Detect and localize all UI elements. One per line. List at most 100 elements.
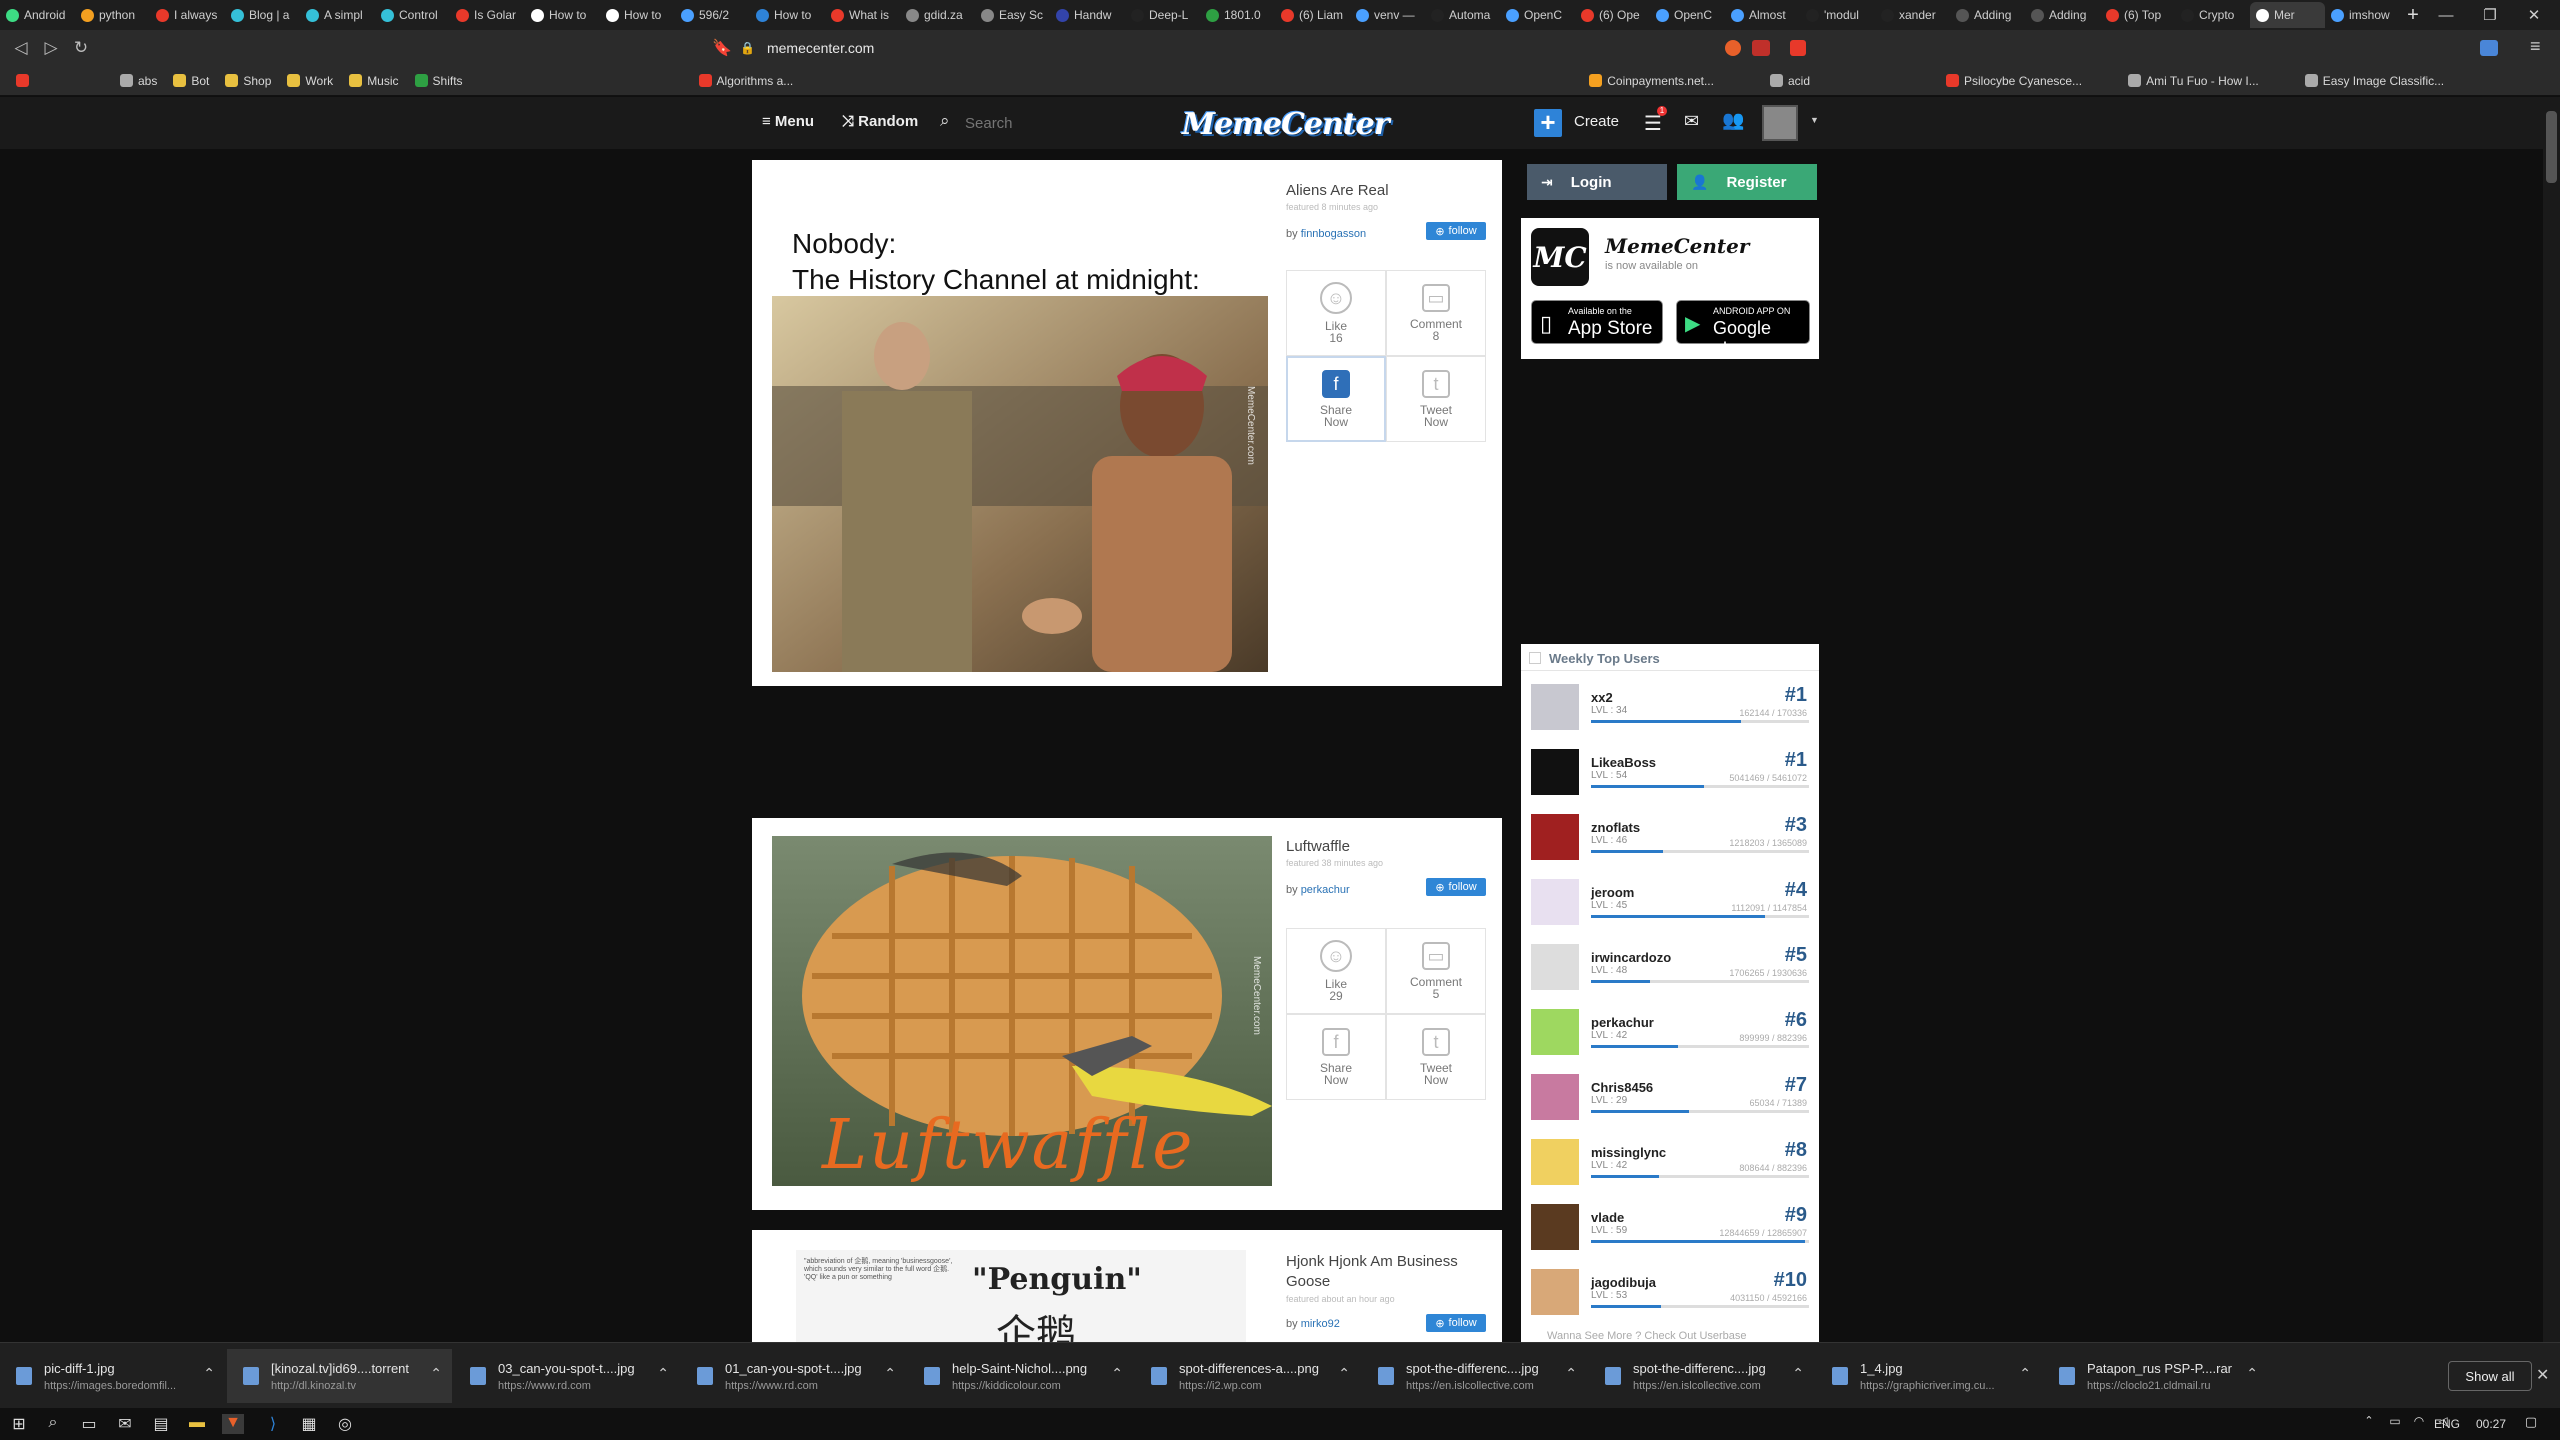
user-avatar[interactable] [1531,814,1579,860]
browser-tab[interactable]: Easy Sc [975,2,1050,28]
browser-tab[interactable]: What is [825,2,900,28]
forward-icon[interactable]: ▷ [36,38,66,58]
browser-tab[interactable]: How to [600,2,675,28]
user-avatar[interactable] [1531,1269,1579,1315]
user-avatar[interactable] [1531,879,1579,925]
rewards-icon[interactable] [1790,40,1806,56]
follow-button[interactable]: ⊕ follow [1426,1314,1486,1332]
restore-button[interactable]: ❐ [2468,0,2512,30]
download-item[interactable]: help-Saint-Nichol....png https://kiddicol… [908,1349,1133,1403]
user-name[interactable]: irwincardozo [1591,950,1671,965]
browser-tab[interactable]: Handw [1050,2,1125,28]
bookmark-item[interactable]: Coinpayments.net... [1589,74,1714,88]
user-avatar[interactable] [1531,684,1579,730]
browser-tab[interactable]: gdid.za [900,2,975,28]
close-window-button[interactable]: ✕ [2512,0,2556,30]
search-input[interactable] [965,111,1165,135]
user-name[interactable]: LikeaBoss [1591,755,1656,770]
chevron-up-icon[interactable]: ⌃ [1792,1365,1804,1382]
network-icon[interactable]: ▭ [2384,1414,2406,1434]
like-button[interactable]: ☺ Like 16 [1286,270,1386,356]
browser-tab[interactable]: Crypto [2175,2,2250,28]
bookmark-item[interactable]: Psilocybe Cyanesce... [1946,74,2082,88]
post-author[interactable]: by perkachur [1286,884,1350,896]
user-name[interactable]: Chris8456 [1591,1080,1653,1095]
language-indicator[interactable]: ENG [2434,1417,2460,1431]
create-link[interactable]: Create [1574,113,1619,130]
browser-tab[interactable]: 596/2 [675,2,750,28]
browser-tab[interactable]: 1801.0 [1200,2,1275,28]
app-store-badge[interactable]: ▯ Available on the App Store [1531,300,1663,344]
bookmark-item[interactable]: acid [1769,74,1810,88]
post-title[interactable]: Luftwaffle [1286,838,1350,855]
vscode-icon[interactable]: ⟩ [262,1414,284,1434]
browser-tab[interactable]: venv — [1350,2,1425,28]
top-user-row[interactable]: vlade LVL : 59 #9 12844659 / 12865907 [1521,1194,1819,1259]
top-user-row[interactable]: LikeaBoss LVL : 54 #1 5041469 / 5461072 [1521,739,1819,804]
browser-tab[interactable]: Is Golar [450,2,525,28]
browser-tab[interactable]: imshow [2325,2,2400,28]
browser-tab[interactable]: How to [525,2,600,28]
download-item[interactable]: 1_4.jpg https://graphicriver.img.cu... ⌃ [1816,1349,2041,1403]
scrollbar-thumb[interactable] [2546,111,2557,183]
taskbar-search-icon[interactable]: ⌕ [42,1414,64,1434]
top-user-row[interactable]: irwincardozo LVL : 48 #5 1706265 / 1930636 [1521,934,1819,999]
browser-tab[interactable]: (6) Liam [1275,2,1350,28]
chevron-up-icon[interactable]: ⌃ [1111,1365,1123,1382]
wifi-icon[interactable]: ◠ [2408,1414,2430,1434]
login-button[interactable]: ⇥ Login [1527,164,1667,200]
user-avatar[interactable] [1531,1009,1579,1055]
friends-icon[interactable]: 👥 [1722,110,1744,131]
extension-icon[interactable] [1752,40,1770,56]
tray-expand-icon[interactable]: ⌃ [2358,1414,2380,1434]
bookmark-item[interactable]: abs [120,74,157,88]
file-explorer-icon[interactable]: ▬ [186,1414,208,1434]
download-item[interactable]: spot-the-differenc....jpg https://en.islc… [1362,1349,1587,1403]
notepad-icon[interactable]: ▦ [298,1414,320,1434]
browser-tab[interactable]: python [75,2,150,28]
browser-tab[interactable]: (6) Top [2100,2,2175,28]
download-item[interactable]: [kinozal.tv]id69....torrent http://dl.kin… [227,1349,452,1403]
meme-image[interactable]: Nobody: The History Channel at midnight:… [766,176,1272,672]
download-item[interactable]: pic-diff-1.jpg https://images.boredomfil.… [0,1349,225,1403]
see-more-link[interactable]: Wanna See More ? Check Out Userbase [1547,1330,1747,1342]
post-author[interactable]: by finnbogasson [1286,228,1366,240]
url-field[interactable]: 🔒 memecenter.com [740,35,1760,61]
chevron-up-icon[interactable]: ⌃ [657,1365,669,1382]
user-avatar[interactable] [1762,105,1798,141]
close-downloads-icon[interactable]: ✕ [2536,1365,2549,1385]
tweet-button[interactable]: t Tweet Now [1386,1014,1486,1100]
user-name[interactable]: jeroom [1591,885,1634,900]
bookmark-youtube-icon[interactable] [8,74,34,87]
top-user-row[interactable]: perkachur LVL : 42 #6 899999 / 882396 [1521,999,1819,1064]
chevron-up-icon[interactable]: ⌃ [884,1365,896,1382]
meme-image[interactable]: "abbreviation of 企鹅, meaning 'businessgo… [796,1250,1246,1342]
browser-tab[interactable]: Adding [1950,2,2025,28]
browser-tab[interactable]: 'modul [1800,2,1875,28]
user-avatar[interactable] [1531,1074,1579,1120]
share-facebook-button[interactable]: f Share Now [1286,356,1386,442]
post-title[interactable]: Hjonk Hjonk Am Business Goose [1286,1252,1486,1292]
browser-tab[interactable]: Blog | a [225,2,300,28]
new-tab-button[interactable]: + [2400,4,2426,27]
action-center-icon[interactable]: ▢ [2520,1414,2542,1434]
browser-tab[interactable]: Automa [1425,2,1500,28]
browser-tab[interactable]: Deep-L [1125,2,1200,28]
like-button[interactable]: ☺ Like 29 [1286,928,1386,1014]
user-avatar[interactable] [1531,1204,1579,1250]
messages-icon[interactable]: ✉ [1684,111,1699,132]
google-play-badge[interactable]: ▶ ANDROID APP ON Google play [1676,300,1810,359]
meme-image[interactable]: Luftwaffle MemeCenter.com [772,836,1272,1186]
page-scrollbar[interactable] [2543,97,2560,1342]
top-user-row[interactable]: Chris8456 LVL : 29 #7 65034 / 71389 [1521,1064,1819,1129]
back-icon[interactable]: ◁ [6,38,36,58]
user-name[interactable]: jagodibuja [1591,1275,1656,1290]
tweet-button[interactable]: t Tweet Now [1386,356,1486,442]
mail-icon[interactable]: ✉ [114,1414,136,1434]
chrome-icon[interactable]: ◎ [334,1414,356,1434]
top-user-row[interactable]: jagodibuja LVL : 53 #10 4031150 / 4592166 [1521,1259,1819,1324]
comment-button[interactable]: ▭ Comment 5 [1386,928,1486,1014]
windows-start-icon[interactable]: ⊞ [8,1414,30,1434]
top-user-row[interactable]: znoflats LVL : 46 #3 1218203 / 1365089 [1521,804,1819,869]
browser-tab[interactable]: OpenC [1500,2,1575,28]
